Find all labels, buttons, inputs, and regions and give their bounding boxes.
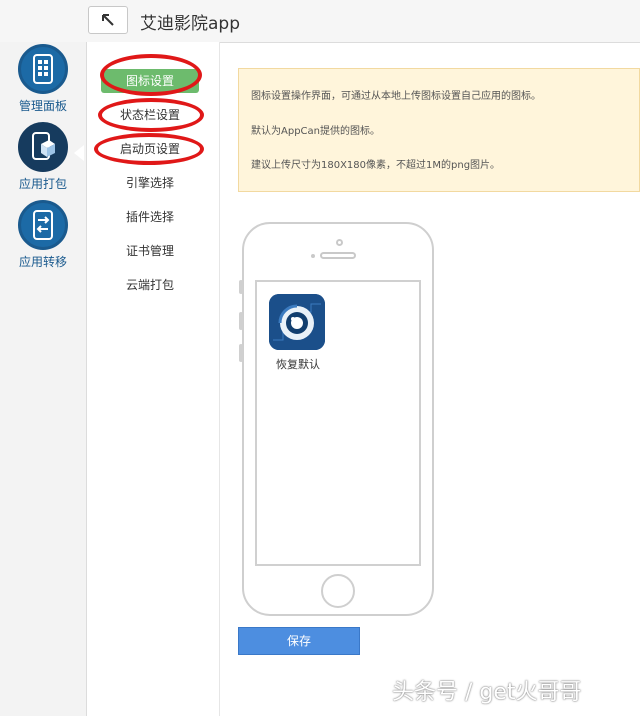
phone-side-button <box>239 344 243 362</box>
top-bar: 艾迪影院app <box>0 0 640 43</box>
submenu-item-certificate[interactable]: 证书管理 <box>101 239 199 263</box>
restore-default-label[interactable]: 恢复默认 <box>265 356 331 372</box>
back-button[interactable] <box>88 6 128 34</box>
submenu-item-engine-select[interactable]: 引擎选择 <box>101 171 199 195</box>
notice-line: 图标设置操作界面，可通过从本地上传图标设置自己应用的图标。 <box>251 91 541 102</box>
package-phone-icon <box>18 122 68 172</box>
phone-speaker <box>320 252 356 259</box>
grid-phone-icon <box>18 44 68 94</box>
active-rail-pointer <box>74 145 84 161</box>
notice-line: 建议上传尺寸为180X180像素，不超过1M的png图片。 <box>251 160 501 171</box>
app-icon-preview[interactable] <box>269 294 325 350</box>
phone-sensor <box>311 254 315 258</box>
phone-preview: 恢复默认 <box>239 222 434 616</box>
rail-label: 应用转移 <box>18 255 67 269</box>
notice-line: 默认为AppCan提供的图标。 <box>251 126 380 137</box>
phone-side-button <box>239 312 243 330</box>
save-button[interactable]: 保存 <box>238 627 360 655</box>
rail-label: 应用打包 <box>18 177 67 191</box>
phone-home-button <box>321 574 355 608</box>
highlight-ring <box>100 54 202 96</box>
eye-logo-icon <box>269 294 325 350</box>
phone-side-button <box>239 280 243 294</box>
rail-label: 管理面板 <box>18 99 67 113</box>
phone-camera <box>336 239 343 246</box>
highlight-ring <box>98 98 204 132</box>
app-title: 艾迪影院app <box>140 14 240 34</box>
submenu-item-cloud-package[interactable]: 云端打包 <box>101 273 199 297</box>
rail-item-management-panel[interactable]: 管理面板 <box>0 44 86 114</box>
phone-screen: 恢复默认 <box>255 280 421 566</box>
arrow-up-left-icon <box>102 14 114 26</box>
watermark-text: 头条号 / get火哥哥 <box>392 680 582 705</box>
highlight-ring <box>94 133 204 165</box>
rail-item-app-transfer[interactable]: 应用转移 <box>0 200 86 270</box>
left-rail: 管理面板 应用打包 应用转移 <box>0 42 87 716</box>
submenu-item-plugin-select[interactable]: 插件选择 <box>101 205 199 229</box>
transfer-phone-icon <box>18 200 68 250</box>
info-notice: 图标设置操作界面，可通过从本地上传图标设置自己应用的图标。 默认为AppCan提… <box>238 68 640 192</box>
